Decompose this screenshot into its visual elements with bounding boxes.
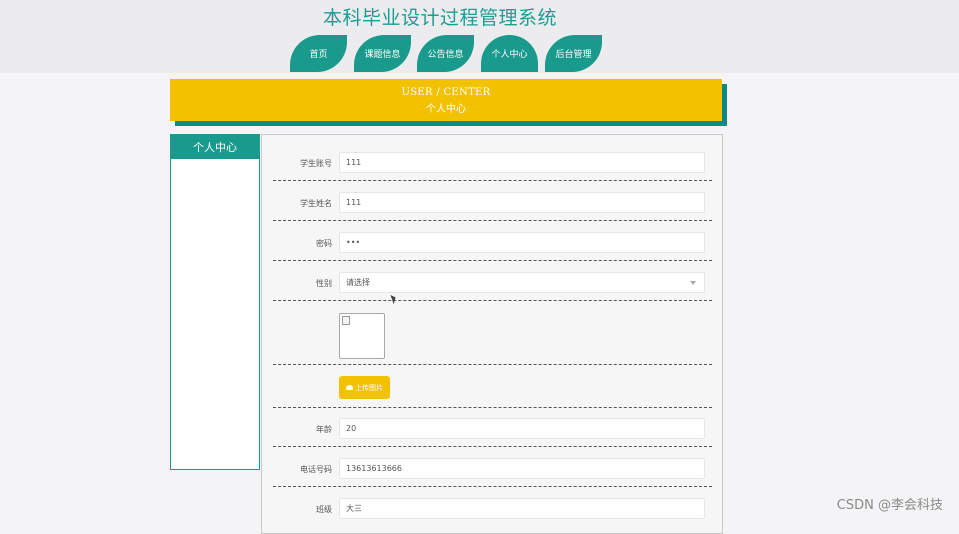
phone-label: 电话号码 — [300, 465, 332, 474]
cloud-upload-icon — [346, 385, 353, 390]
phone-field[interactable]: 13613613666 — [339, 458, 705, 479]
avatar-preview — [339, 313, 385, 359]
top-header: 本科毕业设计过程管理系统 — [0, 0, 959, 73]
upload-image-button[interactable]: 上传图片 — [339, 376, 390, 399]
sidebar-item-personal-center[interactable]: 个人中心 — [171, 135, 259, 159]
watermark: CSDN @李会科技 — [836, 498, 943, 513]
account-field[interactable]: 111 — [339, 152, 705, 173]
app-title: 本科毕业设计过程管理系统 — [322, 7, 557, 29]
gender-select[interactable]: 请选择 — [339, 272, 705, 293]
broken-image-icon — [342, 316, 350, 325]
name-field[interactable]: 111 — [339, 192, 705, 213]
class-label: 班级 — [316, 505, 332, 514]
page-banner: USER / CENTER 个人中心 — [170, 79, 722, 121]
sidebar: 个人中心 — [170, 134, 260, 470]
divider — [273, 486, 712, 487]
chevron-down-icon — [690, 281, 696, 285]
divider — [273, 407, 712, 408]
divider — [273, 446, 712, 447]
password-field[interactable]: ••• — [339, 232, 705, 253]
age-label: 年龄 — [316, 425, 332, 434]
age-field[interactable]: 20 — [339, 418, 705, 439]
gender-label: 性别 — [316, 279, 332, 288]
divider — [273, 300, 712, 301]
divider — [273, 260, 712, 261]
profile-form: 学生账号 111 学生姓名 111 密码 ••• 性别 请选择 上传图片 年龄 … — [261, 134, 723, 534]
gender-select-placeholder: 请选择 — [346, 278, 370, 287]
banner-title-en: USER / CENTER — [401, 87, 491, 98]
divider — [273, 180, 712, 181]
banner-title-cn: 个人中心 — [426, 104, 466, 115]
upload-button-label: 上传图片 — [355, 383, 383, 392]
class-field[interactable]: 大三 — [339, 498, 705, 519]
password-label: 密码 — [316, 239, 332, 248]
divider — [273, 364, 712, 365]
name-label: 学生姓名 — [300, 199, 332, 208]
divider — [273, 220, 712, 221]
account-label: 学生账号 — [300, 159, 332, 168]
